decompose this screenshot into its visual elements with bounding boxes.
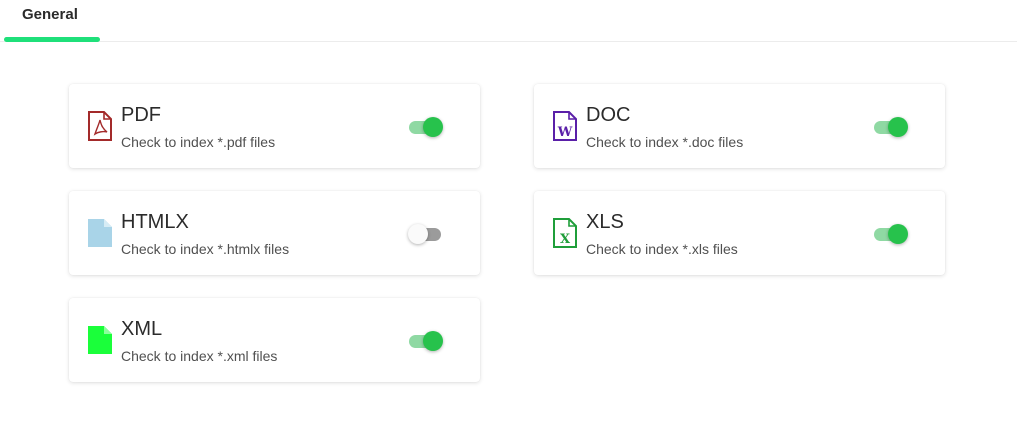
- file-type-title: XLS: [586, 211, 624, 233]
- toggle-thumb: [423, 331, 443, 351]
- xml-file-icon: [88, 326, 112, 354]
- file-type-card-xls: X XLS Check to index *.xls files: [534, 191, 945, 275]
- xml-index-toggle[interactable]: [409, 331, 443, 351]
- toggle-thumb: [408, 224, 428, 244]
- file-type-description: Check to index *.doc files: [586, 134, 744, 150]
- file-type-title: HTMLX: [121, 211, 189, 233]
- file-type-description: Check to index *.htmlx files: [121, 241, 290, 257]
- excel-file-icon: X: [553, 218, 577, 248]
- file-type-card-doc: W DOC Check to index *.doc files: [534, 84, 945, 168]
- tab-bar: General: [0, 0, 1017, 42]
- svg-text:W: W: [557, 125, 573, 140]
- file-type-title: DOC: [586, 104, 631, 126]
- file-type-card-htmlx: HTMLX Check to index *.htmlx files: [69, 191, 480, 275]
- toggle-thumb: [888, 117, 908, 137]
- toggle-thumb: [888, 224, 908, 244]
- svg-text:X: X: [560, 232, 571, 247]
- file-type-description: Check to index *.pdf files: [121, 134, 276, 150]
- file-type-description: Check to index *.xml files: [121, 348, 278, 364]
- file-type-title: PDF: [121, 104, 161, 126]
- file-type-description: Check to index *.xls files: [586, 241, 738, 257]
- html-file-icon: [88, 219, 112, 247]
- xls-index-toggle[interactable]: [874, 224, 908, 244]
- doc-index-toggle[interactable]: [874, 117, 908, 137]
- file-type-card-xml: XML Check to index *.xml files: [69, 298, 480, 382]
- pdf-index-toggle[interactable]: [409, 117, 443, 137]
- file-type-title: XML: [121, 318, 163, 340]
- file-type-card-pdf: PDF Check to index *.pdf files: [69, 84, 480, 168]
- toggle-thumb: [423, 117, 443, 137]
- tab-active-indicator: [4, 37, 100, 42]
- word-file-icon: W: [553, 111, 577, 141]
- htmlx-index-toggle[interactable]: [408, 224, 443, 244]
- tab-general-label: General: [22, 6, 78, 23]
- pdf-file-icon: [88, 111, 112, 141]
- tab-general[interactable]: General: [4, 0, 100, 42]
